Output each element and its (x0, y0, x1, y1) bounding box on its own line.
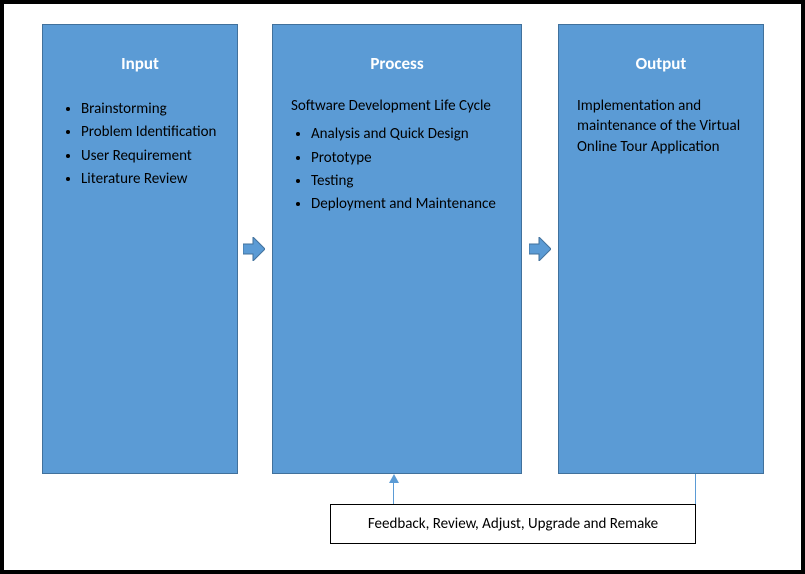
process-title: Process (273, 25, 521, 96)
feedback-box: Feedback, Review, Adjust, Upgrade and Re… (330, 504, 696, 544)
list-item: Testing (311, 171, 503, 191)
arrow-up-icon (389, 474, 399, 483)
list-item: Literature Review (81, 169, 219, 189)
output-title: Output (559, 25, 763, 96)
list-item: Deployment and Maintenance (311, 194, 503, 214)
list-item: Problem Identification (81, 122, 219, 142)
process-body: Software Development Life Cycle Analysis… (273, 96, 521, 229)
diagram-frame: Input Brainstorming Problem Identificati… (0, 0, 805, 574)
connector-line (393, 483, 394, 504)
input-box: Input Brainstorming Problem Identificati… (42, 24, 238, 474)
input-title: Input (43, 25, 237, 96)
process-box: Process Software Development Life Cycle … (272, 24, 522, 474)
process-subtext: Software Development Life Cycle (291, 96, 503, 116)
list-item: User Requirement (81, 146, 219, 166)
list-item: Brainstorming (81, 99, 219, 119)
list-item: Prototype (311, 148, 503, 168)
list-item: Analysis and Quick Design (311, 124, 503, 144)
connector-line (695, 474, 696, 504)
arrow-right-icon (243, 237, 265, 261)
input-body: Brainstorming Problem Identification Use… (43, 99, 237, 204)
feedback-text: Feedback, Review, Adjust, Upgrade and Re… (368, 515, 658, 533)
arrow-right-icon (529, 237, 551, 261)
output-box: Output Implementation and maintenance of… (558, 24, 764, 474)
output-text: Implementation and maintenance of the Vi… (559, 96, 763, 169)
